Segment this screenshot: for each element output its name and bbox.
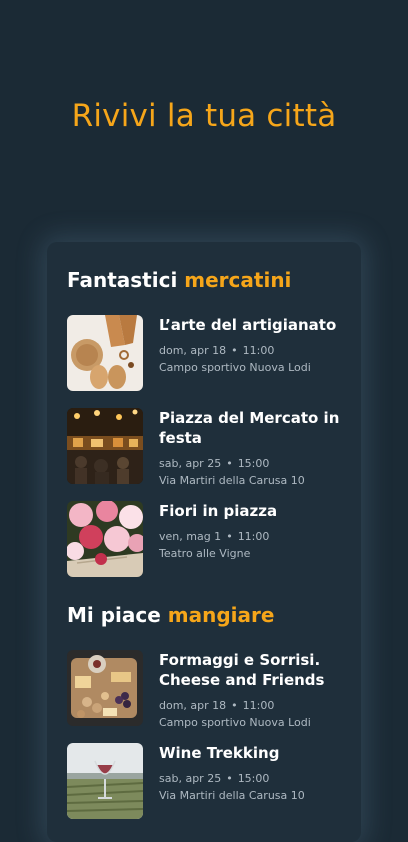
separator-dot-icon: • <box>226 530 233 543</box>
section-title-accent: mangiare <box>167 603 275 627</box>
event-time: 11:00 <box>242 344 275 357</box>
event-date: dom, apr 18 <box>159 699 227 712</box>
event-image-mercato <box>67 408 143 484</box>
event-image-formaggi <box>67 650 143 726</box>
event-date: ven, mag 1 <box>159 530 222 543</box>
event-date: dom, apr 18 <box>159 344 227 357</box>
event-datetime: sab, apr 25 • 15:00 <box>159 770 349 787</box>
section-title-mangiare: Mi piace mangiare <box>67 603 274 627</box>
event-title: Formaggi e Sorrisi. Cheese and Friends <box>159 651 325 689</box>
hero-title: Rivivi la tua città <box>71 98 337 134</box>
event-item-formaggi[interactable]: Formaggi e Sorrisi. Cheese and Friends d… <box>67 650 347 730</box>
separator-dot-icon: • <box>226 457 233 470</box>
section-title-prefix: Mi piace <box>67 603 161 627</box>
event-image-artigianato <box>67 315 143 391</box>
event-place: Campo sportivo Nuova Lodi <box>159 361 311 374</box>
event-datetime: dom, apr 18 • 11:00 <box>159 342 349 359</box>
event-title: L’arte del artigianato <box>159 316 337 334</box>
event-date: sab, apr 25 <box>159 772 222 785</box>
section-title-accent: mercatini <box>184 268 292 292</box>
event-time: 15:00 <box>237 772 270 785</box>
event-time: 15:00 <box>237 457 270 470</box>
event-image-wine-trekking <box>67 743 143 819</box>
event-image-fiori <box>67 501 143 577</box>
section-title-prefix: Fantastici <box>67 268 178 292</box>
separator-dot-icon: • <box>226 772 233 785</box>
event-item-wine-trekking[interactable]: Wine Trekking sab, apr 25 • 15:00 Via Mart… <box>67 743 347 823</box>
event-item-fiori[interactable]: Fiori in piazza ven, mag 1 • 11:00 Teatro … <box>67 501 347 581</box>
event-date: sab, apr 25 <box>159 457 222 470</box>
event-time: 11:00 <box>237 530 270 543</box>
event-item-mercato[interactable]: Piazza del Mercato in festa sab, apr 25 •… <box>67 408 347 488</box>
section-title-mercatini: Fantastici mercatini <box>67 268 291 292</box>
event-datetime: dom, apr 18 • 11:00 <box>159 697 349 714</box>
event-place: Teatro alle Vigne <box>159 547 251 560</box>
separator-dot-icon: • <box>231 699 238 712</box>
event-title: Wine Trekking <box>159 744 280 762</box>
event-datetime: ven, mag 1 • 11:00 <box>159 528 349 545</box>
event-place: Via Martiri della Carusa 10 <box>159 789 305 802</box>
event-place: Via Martiri della Carusa 10 <box>159 474 305 487</box>
events-card: Fantastici mercatini L’arte del artigian… <box>47 242 361 842</box>
event-time: 11:00 <box>242 699 275 712</box>
event-place: Campo sportivo Nuova Lodi <box>159 716 311 729</box>
event-title: Piazza del Mercato in festa <box>159 409 340 447</box>
event-title: Fiori in piazza <box>159 502 278 520</box>
event-item-artigianato[interactable]: L’arte del artigianato dom, apr 18 • 11:00… <box>67 315 347 395</box>
separator-dot-icon: • <box>231 344 238 357</box>
event-datetime: sab, apr 25 • 15:00 <box>159 455 349 472</box>
